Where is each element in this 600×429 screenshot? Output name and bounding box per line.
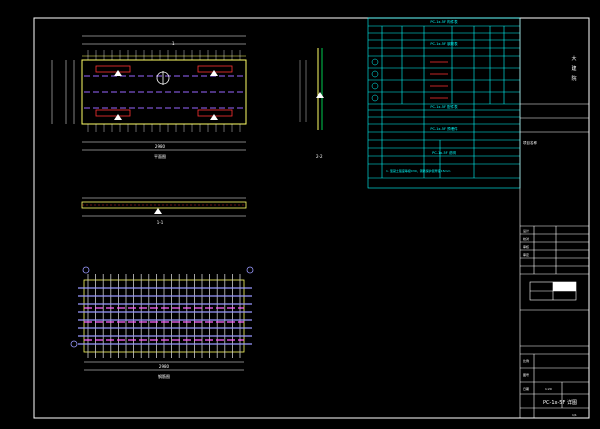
titleblock-logo-fill <box>553 282 576 291</box>
company-char-2: 建 <box>571 65 576 72</box>
designer-label: 设计 <box>523 228 529 233</box>
drawing-frame <box>33 17 590 419</box>
scale-value: 1:20 <box>545 387 552 391</box>
sheet-label: 图号 <box>523 372 529 377</box>
plan-view-label: 平面图 <box>154 153 166 159</box>
company-char-1: 大 <box>571 55 576 62</box>
plan-view[interactable]: 2980 平面图 1 <box>51 35 247 159</box>
reviewer-label: 审核 <box>523 244 529 249</box>
project-label: 项目名称 <box>523 140 537 145</box>
table-5-title: PC-1x-5F 说明 <box>432 150 456 155</box>
rebar-plan-label: 钢筋图 <box>158 373 170 379</box>
rebar-dimension: 2980 <box>159 364 170 369</box>
note-text: 1. 混凝土强度等级C30，钢筋保护层厚度15mm <box>386 168 450 173</box>
section-mark-1: 1 <box>172 41 175 46</box>
cad-drawing-canvas[interactable]: 2980 平面图 1 2-2 1-1 2980 钢筋图 PC-1x-5F 构件表… <box>0 0 600 429</box>
approver-label: 审定 <box>523 252 529 257</box>
company-char-3: 院 <box>571 75 576 82</box>
rebar-plan[interactable]: 2980 钢筋图 <box>70 266 254 379</box>
side-view[interactable]: 2-2 <box>299 48 324 159</box>
side-view-label: 2-2 <box>316 154 323 159</box>
table-2-title: PC-1x-5F 钢筋表 <box>430 41 458 46</box>
section-view-label: 1-1 <box>157 220 164 225</box>
table-4-title: PC-1x-5F 预埋件 <box>430 126 458 131</box>
plan-overall-dimension: 2980 <box>155 144 166 149</box>
page-number: 1/1 <box>572 413 577 417</box>
section-view[interactable]: 1-1 <box>81 197 247 225</box>
title-block[interactable] <box>519 17 590 419</box>
table-3-title: PC-1x-5F 配件表 <box>430 104 458 109</box>
table-1-title: PC-1x-5F 构件表 <box>430 19 458 24</box>
drawing-name: PC-1x-5F 详图 <box>543 399 577 406</box>
date-label: 日期 <box>523 386 529 391</box>
scale-label: 比例 <box>523 358 529 363</box>
checker-label: 校对 <box>523 236 529 241</box>
